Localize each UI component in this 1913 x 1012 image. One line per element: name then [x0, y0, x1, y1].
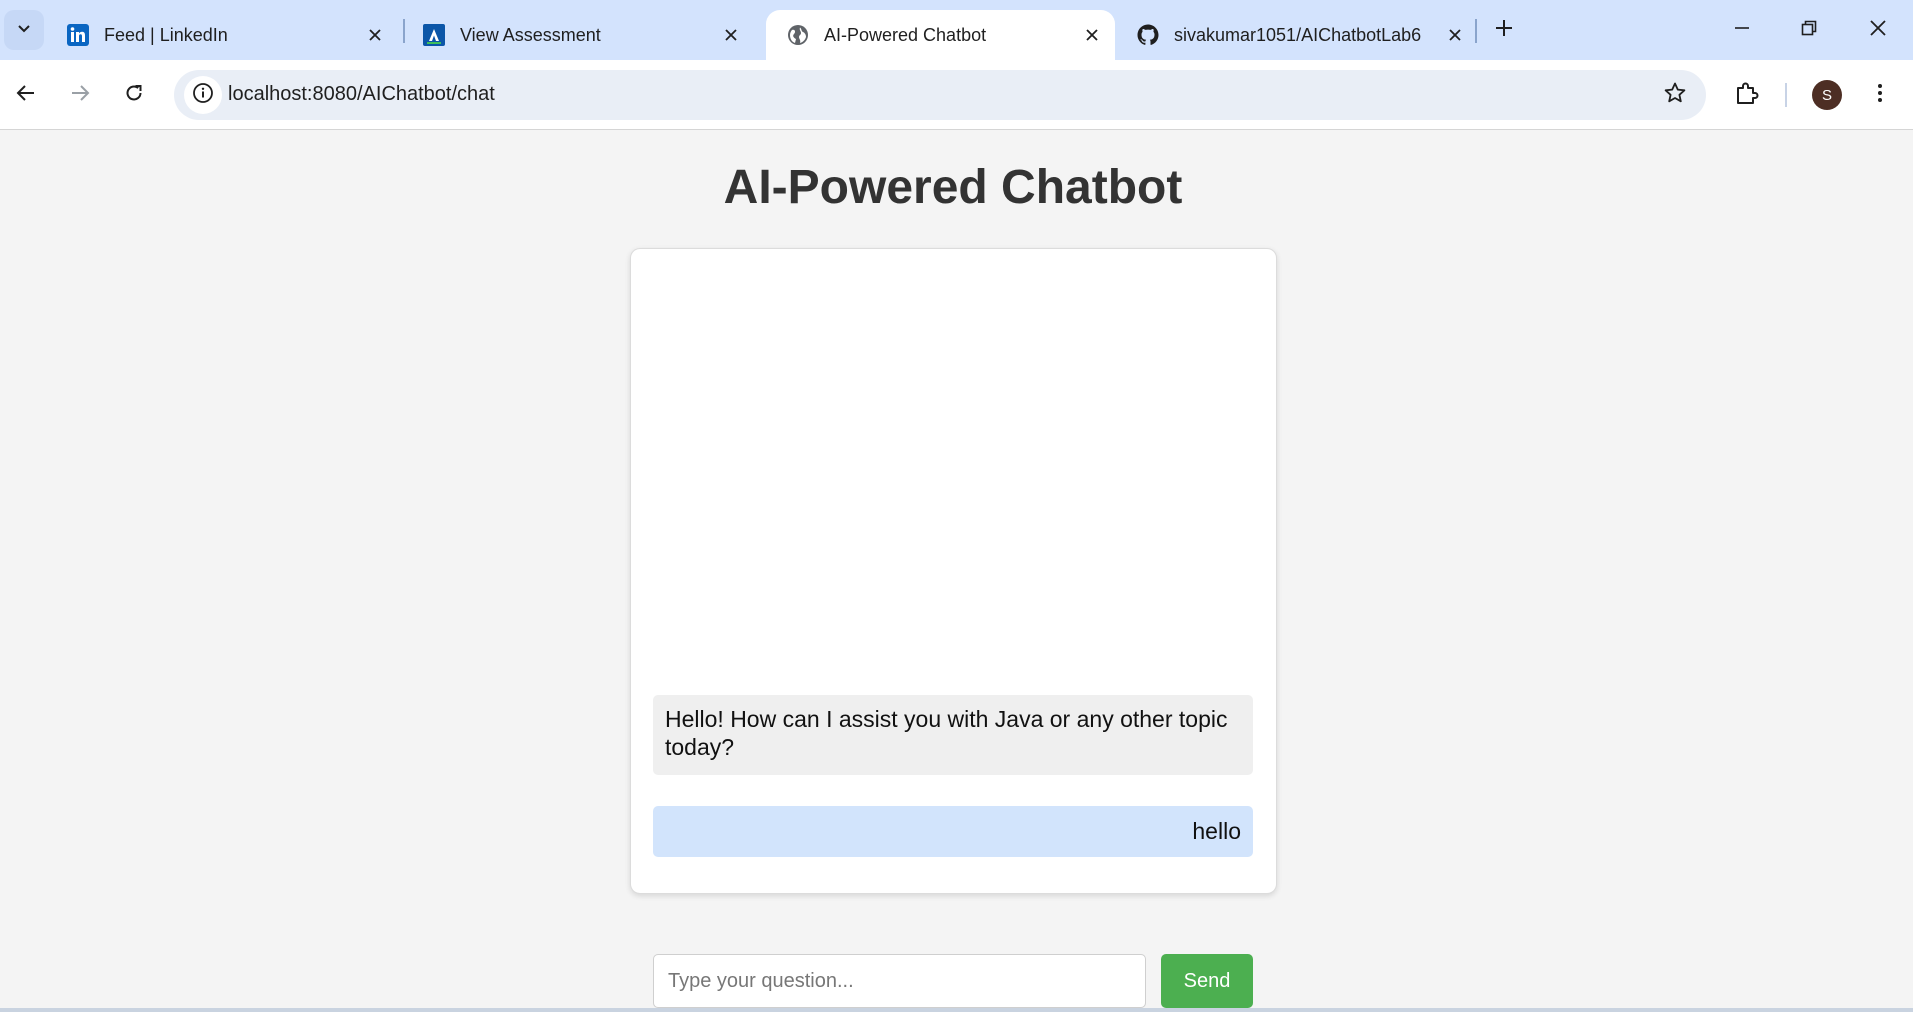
send-button[interactable]: Send	[1161, 954, 1253, 1008]
info-icon	[192, 82, 214, 109]
restore-button[interactable]	[1784, 6, 1834, 54]
close-icon[interactable]	[1077, 20, 1107, 50]
globe-icon	[786, 23, 810, 47]
address-bar[interactable]: localhost:8080/AIChatbot/chat	[174, 70, 1706, 120]
page-title: AI-Powered Chatbot	[723, 161, 1183, 214]
avatar-initial: S	[1821, 86, 1832, 104]
tab-title: View Assessment	[460, 24, 601, 45]
close-icon	[1869, 19, 1887, 42]
back-button[interactable]	[4, 73, 48, 117]
tab-linkedin[interactable]: Feed | LinkedIn	[46, 10, 398, 60]
puzzle-icon	[1734, 80, 1760, 111]
tab-search-button[interactable]	[4, 10, 44, 50]
github-icon	[1136, 23, 1160, 47]
plus-icon	[1494, 18, 1514, 43]
arrow-right-icon	[69, 82, 91, 109]
window-bottom-edge	[0, 1008, 1913, 1012]
avatar[interactable]: S	[1812, 80, 1842, 110]
tab-title: AI-Powered Chatbot	[824, 24, 987, 45]
tab-view-assessment[interactable]: View Assessment	[402, 10, 754, 60]
tab-ai-powered-chatbot[interactable]: AI-Powered Chatbot	[766, 10, 1115, 60]
close-icon[interactable]	[716, 20, 746, 50]
minimize-icon	[1733, 19, 1751, 42]
tab-title: sivakumar1051/AIChatbotLab6	[1174, 24, 1422, 45]
browser-menu-button[interactable]	[1858, 73, 1902, 117]
star-icon	[1663, 81, 1687, 110]
reload-icon	[123, 82, 145, 109]
new-tab-button[interactable]	[1486, 12, 1522, 48]
bookmark-button[interactable]	[1658, 78, 1692, 112]
linkedin-icon	[66, 23, 90, 47]
forward-button[interactable]	[58, 73, 102, 117]
assessment-icon	[422, 23, 446, 47]
tab-github[interactable]: sivakumar1051/AIChatbotLab6	[1116, 10, 1478, 60]
close-window-button[interactable]	[1853, 6, 1903, 54]
extensions-button[interactable]	[1725, 73, 1769, 117]
tab-title: Feed | LinkedIn	[104, 24, 228, 45]
url-text: localhost:8080/AIChatbot/chat	[228, 83, 495, 105]
arrow-left-icon	[15, 82, 37, 109]
user-message: hello	[653, 806, 1253, 857]
more-vert-icon	[1869, 82, 1891, 109]
tab-strip: Feed | LinkedIn View Assessment AI-Power…	[0, 0, 1913, 60]
tab-divider	[1475, 19, 1477, 43]
restore-icon	[1800, 19, 1818, 42]
site-info-button[interactable]	[184, 76, 222, 114]
close-icon[interactable]	[360, 20, 390, 50]
reload-button[interactable]	[112, 73, 156, 117]
minimize-button[interactable]	[1717, 6, 1767, 54]
close-icon[interactable]	[1440, 20, 1470, 50]
browser-toolbar: localhost:8080/AIChatbot/chat S	[0, 60, 1913, 130]
bot-message: Hello! How can I assist you with Java or…	[653, 695, 1253, 775]
toolbar-divider	[1785, 83, 1787, 107]
question-input[interactable]	[653, 954, 1146, 1008]
chevron-down-icon	[16, 20, 32, 41]
chat-window[interactable]: Hello! How can I assist you with Java or…	[630, 248, 1277, 894]
